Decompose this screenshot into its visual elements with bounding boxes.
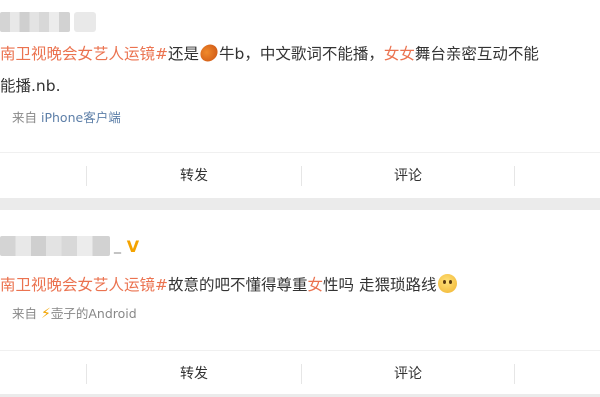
source-link[interactable]: iPhone客户端 (41, 110, 121, 125)
vip-crown-icon[interactable]: V (124, 238, 142, 256)
author-name-blurred[interactable] (0, 12, 96, 32)
lightning-icon: ⚡ (41, 306, 51, 322)
comment-button[interactable]: 评论 (302, 351, 514, 397)
post-text-line2: 能播.nb. (0, 77, 61, 95)
highlighted-word: 女 (307, 276, 324, 294)
divider (514, 166, 515, 186)
source-link[interactable]: 壶子的Android (51, 306, 137, 321)
repost-button[interactable]: 转发 (87, 351, 301, 397)
divider (514, 364, 515, 384)
author-name-suffix: _ (114, 238, 121, 254)
weibo-post-1: 南卫视晚会女艺人运镜#还是 牛b，中文歌词不能播，女女舞台亲密互动不能 能播.nb… (0, 0, 600, 198)
weibo-post-2: _ V 南卫视晚会女艺人运镜#故意的吧不懂得尊重女性吗 走猥琐路线 来自 ⚡壶子… (0, 210, 600, 394)
comment-button[interactable]: 评论 (302, 153, 514, 199)
post-text: 南卫视晚会女艺人运镜#还是 牛b，中文歌词不能播，女女舞台亲密互动不能 (0, 41, 539, 65)
cheeky-face-emoji-icon (438, 274, 458, 293)
post-text: 南卫视晚会女艺人运镜#故意的吧不懂得尊重女性吗 走猥琐路线 (0, 274, 458, 296)
repost-button[interactable]: 转发 (87, 153, 301, 199)
author-name-blurred-tail (74, 12, 96, 32)
peach-emoji-icon (197, 41, 221, 65)
hashtag-link[interactable]: 南卫视晚会女艺人运镜# (0, 45, 168, 63)
action-bar: 转发 评论 (0, 350, 600, 397)
post-meta: 来自 iPhone客户端 (12, 110, 121, 125)
post-meta: 来自 ⚡壶子的Android (12, 306, 137, 322)
highlighted-word: 女女 (383, 45, 415, 63)
author-name-blurred[interactable] (0, 236, 110, 256)
hashtag-link[interactable]: 南卫视晚会女艺人运镜# (0, 276, 168, 294)
action-bar: 转发 评论 (0, 152, 600, 199)
